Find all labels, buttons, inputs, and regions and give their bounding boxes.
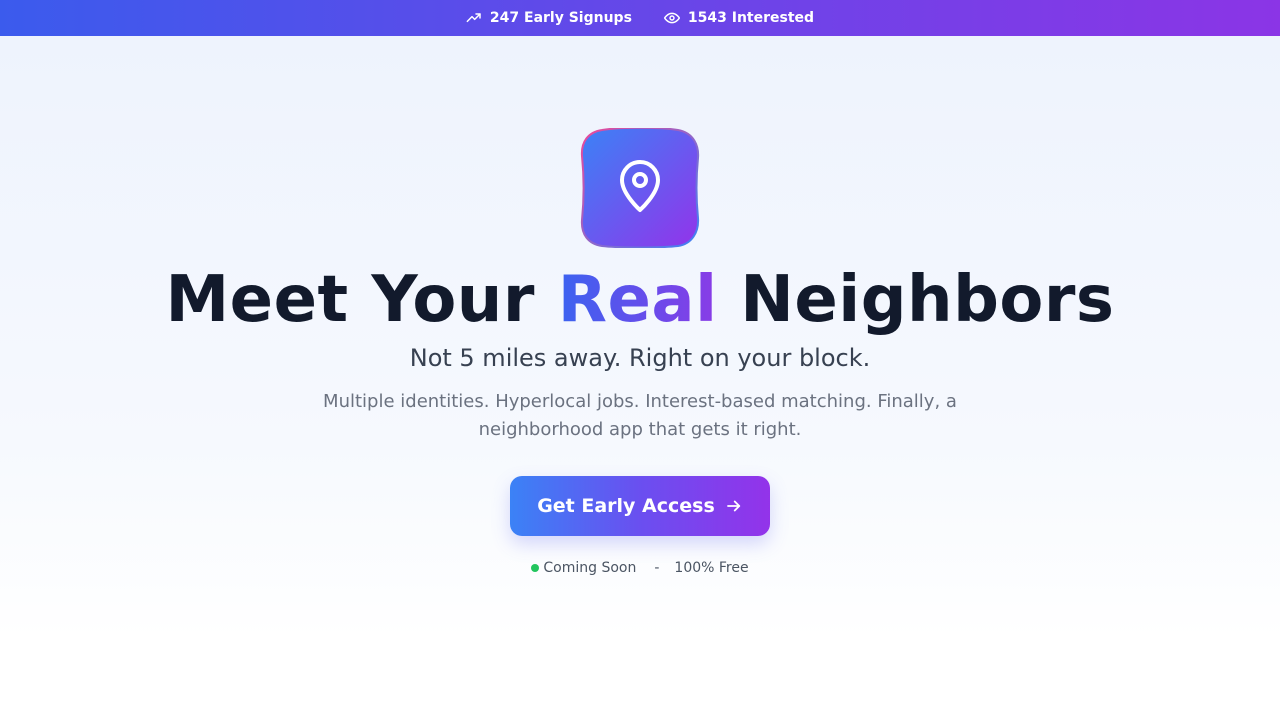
headline-accent: Real xyxy=(557,263,718,337)
headline-start: Meet Your xyxy=(165,263,558,337)
subheadline: Not 5 miles away. Right on your block. xyxy=(409,344,871,372)
trending-up-icon xyxy=(466,13,481,23)
arrow-right-icon xyxy=(726,500,740,512)
free-text: 100% Free xyxy=(674,560,749,576)
cta-label: Get Early Access xyxy=(537,495,715,517)
headline-end: Neighbors xyxy=(717,263,1115,337)
get-early-access-button[interactable]: Get Early Access xyxy=(510,476,770,536)
interested-count: 1543 Interested xyxy=(687,10,815,26)
hero-description: Multiple identities. Hyperlocal jobs. In… xyxy=(323,391,957,440)
signups-count: 247 Early Signups xyxy=(489,10,632,26)
status-separator: - xyxy=(654,560,660,576)
interested-stat: 1543 Interested xyxy=(663,10,815,26)
status-indicator-dot xyxy=(531,564,540,572)
hero-section: Meet Your Real Neighbors Not 5 miles awa… xyxy=(0,36,1280,720)
page-headline: Meet Your Real Neighbors xyxy=(0,262,1280,338)
launch-status: Coming Soon - 100% Free xyxy=(0,560,1280,576)
eye-icon xyxy=(663,12,680,24)
app-logo xyxy=(580,128,700,248)
signups-stat: 247 Early Signups xyxy=(466,10,632,26)
top-announcement-bar: 247 Early Signups 1543 Interested xyxy=(0,0,1280,36)
map-pin-icon xyxy=(620,160,660,212)
coming-soon-text: Coming Soon xyxy=(543,560,637,576)
